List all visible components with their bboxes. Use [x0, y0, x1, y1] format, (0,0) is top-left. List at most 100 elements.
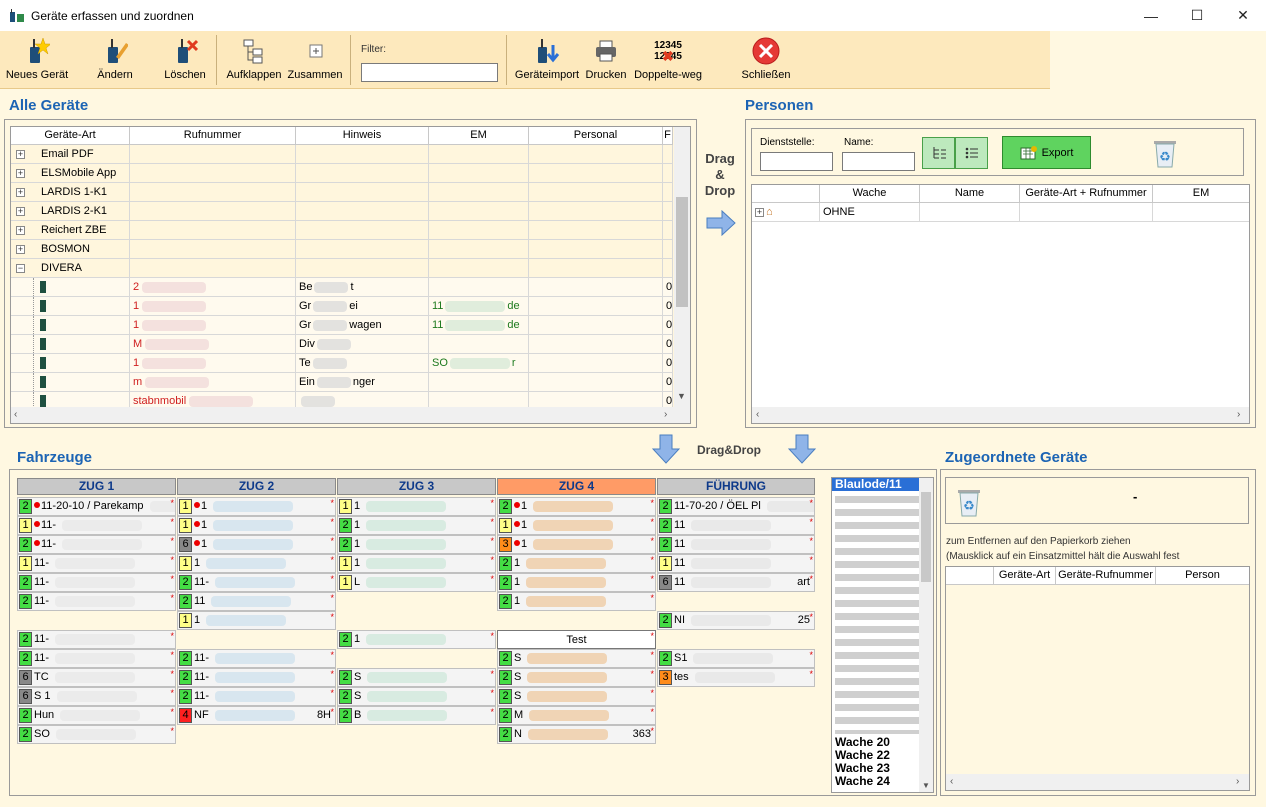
scroll-right-icon[interactable]: ›	[1236, 776, 1239, 787]
device-group-row[interactable]: + LARDIS 2-K1	[11, 202, 673, 221]
vehicle-cell[interactable]: 2 11- *	[17, 535, 176, 554]
expand-button[interactable]: Aufklappen	[224, 31, 284, 89]
remove-duplicates-button[interactable]: 12345 12345 ✖ Doppelte-weg	[632, 31, 704, 89]
scroll-down-icon[interactable]: ▼	[677, 391, 686, 401]
device-row[interactable]: 1 Te SO r 0	[11, 354, 673, 373]
expand-icon[interactable]: +	[16, 206, 25, 216]
vehicle-cell[interactable]: 2 11- *	[177, 668, 336, 687]
vehicle-cell[interactable]: 1 1 *	[337, 497, 496, 516]
vehicle-cell[interactable]: 1 1 *	[177, 611, 336, 630]
print-button[interactable]: Drucken	[582, 31, 630, 89]
vehicle-cell[interactable]: 2 S *	[497, 687, 656, 706]
vehicle-cell[interactable]: 2 11-20-10 / Parekamp *	[17, 497, 176, 516]
vehicle-cell[interactable]: 1 1 *	[497, 516, 656, 535]
vehicle-cell[interactable]: Test *	[497, 630, 656, 649]
collapse-button[interactable]: Zusammen	[286, 31, 344, 89]
vehicle-cell[interactable]: 2 11 *	[657, 535, 815, 554]
device-group-row[interactable]: + BOSMON	[11, 240, 673, 259]
device-row[interactable]: 2 Be t 0	[11, 278, 673, 297]
expand-icon[interactable]: +	[755, 207, 764, 217]
delete-button[interactable]: Löschen	[160, 31, 210, 89]
vehicle-cell[interactable]: 2 11 *	[177, 592, 336, 611]
device-row[interactable]: M Div 0	[11, 335, 673, 354]
device-row[interactable]: 1 Gr wagen 11 de 0	[11, 316, 673, 335]
export-button[interactable]: Export	[1002, 136, 1091, 169]
col-f[interactable]: F	[663, 127, 673, 144]
col-personal[interactable]: Personal	[529, 127, 663, 144]
vehicle-cell[interactable]: 2 1 *	[497, 497, 656, 516]
expand-icon[interactable]: +	[16, 168, 25, 178]
vehicle-cell[interactable]: 2 1 *	[497, 592, 656, 611]
maximize-button[interactable]: ☐	[1174, 0, 1220, 31]
col-name[interactable]: Name	[920, 185, 1020, 202]
tree-scroll-thumb[interactable]	[676, 197, 688, 307]
vehicle-cell[interactable]: 3 tes *	[657, 668, 815, 687]
expand-icon[interactable]: +	[16, 244, 25, 254]
col-geraete-art[interactable]: Geräte-Art	[11, 127, 130, 144]
device-import-button[interactable]: Geräteimport	[514, 31, 580, 89]
name-input[interactable]	[842, 152, 915, 171]
vehicle-cell[interactable]: 2 S1 *	[657, 649, 815, 668]
expand-icon[interactable]: +	[16, 187, 25, 197]
scroll-left-icon[interactable]: ‹	[950, 776, 953, 787]
close-window-button[interactable]: ✕	[1220, 0, 1266, 31]
expand-icon[interactable]: +	[16, 149, 25, 159]
scroll-right-icon[interactable]: ›	[1237, 409, 1240, 420]
vehicle-cell[interactable]: 2 B *	[337, 706, 496, 725]
vehicle-cell[interactable]: 2 1 *	[337, 535, 496, 554]
vehicle-cell[interactable]: 6 1 *	[177, 535, 336, 554]
tree-view-button[interactable]	[922, 137, 955, 169]
dienststelle-input[interactable]	[760, 152, 833, 171]
vehicle-cell[interactable]: 2 11- *	[177, 687, 336, 706]
col-wache[interactable]: Wache	[820, 185, 920, 202]
vehicle-cell[interactable]: 6 TC *	[17, 668, 176, 687]
wachen-list-item[interactable]: Blaulode/11	[832, 478, 933, 491]
vehicle-cell[interactable]: 1 1 *	[337, 554, 496, 573]
col-geraete-art[interactable]: Geräte-Art	[994, 567, 1056, 584]
close-app-button[interactable]: Schließen	[736, 31, 796, 89]
vehicle-cell[interactable]: 2 S *	[337, 687, 496, 706]
persons-hscroll[interactable]: ‹ ›	[752, 407, 1249, 423]
row-expander[interactable]: + ⌂	[752, 203, 820, 221]
vehicle-cell[interactable]: 2 11 *	[657, 516, 815, 535]
device-group-row[interactable]: + Reichert ZBE	[11, 221, 673, 240]
expand-icon[interactable]: −	[16, 263, 25, 273]
scroll-right-icon[interactable]: ›	[664, 409, 667, 420]
filter-input[interactable]	[361, 63, 498, 82]
wachen-list[interactable]: Blaulode/11 Wache 20 Wache 22 Wache 23 W…	[831, 477, 934, 793]
device-row[interactable]: 1 Gr ei 11 de 0	[11, 297, 673, 316]
vehicle-cell[interactable]: 2 11- *	[177, 573, 336, 592]
vehicle-cell[interactable]: 2 11- *	[17, 573, 176, 592]
vehicle-cell[interactable]: 2 11- *	[17, 649, 176, 668]
vehicle-cell[interactable]: 2 M *	[497, 706, 656, 725]
device-group-row[interactable]: + LARDIS 1-K1	[11, 183, 673, 202]
vehicle-cell[interactable]: 2 S *	[337, 668, 496, 687]
vehicle-cell[interactable]: 4 NF 8H *	[177, 706, 336, 725]
assigned-hscroll[interactable]: ‹ ›	[946, 774, 1249, 790]
vehicle-column-header[interactable]: ZUG 4	[497, 478, 656, 495]
vehicle-cell[interactable]: 1 11 *	[657, 554, 815, 573]
device-group-row[interactable]: + ELSMobile App	[11, 164, 673, 183]
vehicle-cell[interactable]: 2 1 *	[337, 516, 496, 535]
vehicle-cell[interactable]: 2 11- *	[17, 592, 176, 611]
vehicle-cell[interactable]: 2 1 *	[337, 630, 496, 649]
vehicle-cell[interactable]: 2 N 363 *	[497, 725, 656, 744]
tree-vertical-scrollbar[interactable]: ▼	[674, 127, 690, 407]
device-group-row[interactable]: − DIVERA	[11, 259, 673, 278]
col-person[interactable]: Person	[1156, 567, 1249, 584]
vehicle-cell[interactable]: 2 Hun *	[17, 706, 176, 725]
vehicle-cell[interactable]: 2 11- *	[177, 649, 336, 668]
device-group-row[interactable]: + Email PDF	[11, 145, 673, 164]
vehicle-cell[interactable]: 6 11 art *	[657, 573, 815, 592]
col-rufnummer[interactable]: Rufnummer	[130, 127, 296, 144]
tree-horizontal-scrollbar[interactable]: ‹ ›	[11, 407, 690, 423]
wachen-scroll-thumb[interactable]	[921, 492, 931, 582]
recycle-bin-icon[interactable]: ♻	[952, 484, 986, 518]
col-hinweis[interactable]: Hinweis	[296, 127, 429, 144]
vehicle-cell[interactable]: 1 11- *	[17, 516, 176, 535]
scroll-down-icon[interactable]: ▼	[922, 781, 930, 790]
vehicle-cell[interactable]: 1 11- *	[17, 554, 176, 573]
scroll-left-icon[interactable]: ‹	[14, 409, 17, 420]
scroll-left-icon[interactable]: ‹	[756, 409, 759, 420]
vehicle-column-header[interactable]: FÜHRUNG	[657, 478, 815, 495]
